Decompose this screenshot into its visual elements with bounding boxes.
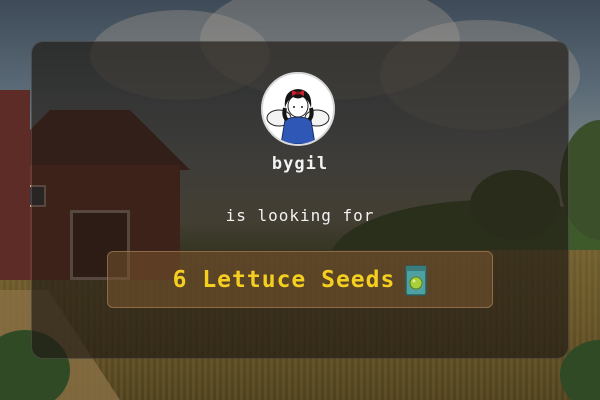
seed-packet-icon [405,264,428,296]
looking-for-text: is looking for [225,206,375,225]
silo [0,90,30,280]
user-avatar[interactable] [261,72,335,146]
requested-item-label: 6 Lettuce Seeds [172,266,396,293]
username: bygil [271,154,329,174]
avatar-portrait-icon [266,89,330,144]
requested-item-box: 6 Lettuce Seeds [107,251,493,308]
